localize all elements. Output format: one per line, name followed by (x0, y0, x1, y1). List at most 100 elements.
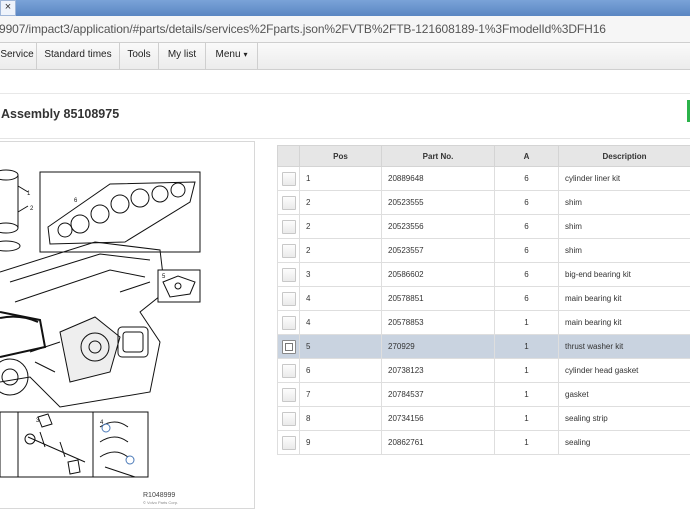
cell-description: sealing strip (558, 406, 690, 431)
table-row[interactable]: 8 20734156 1 sealing strip (277, 406, 690, 431)
cell-a: 6 (494, 262, 559, 287)
row-checkbox[interactable] (281, 411, 296, 426)
row-checkbox[interactable] (281, 339, 296, 354)
cell-part-no: 20862761 (381, 430, 495, 455)
engine-block-drawing (0, 241, 166, 408)
nav-my-list-label: My list (167, 49, 197, 60)
cell-a: 1 (494, 382, 559, 407)
cell-description: sealing (558, 430, 690, 455)
page-title: Assembly 85108975 (1, 107, 120, 121)
cell-a: 6 (494, 214, 559, 239)
column-header-select (277, 145, 300, 167)
nav-tools-label: Tools (127, 49, 151, 60)
callout-label: 1 (27, 191, 31, 197)
cell-part-no: 270929 (381, 334, 495, 359)
table-row[interactable]: 2 20523557 6 shim (277, 238, 690, 263)
row-select-cell (277, 166, 300, 191)
cell-description: main bearing kit (558, 310, 690, 335)
main-nav: Service Standard times Tools My list Men… (0, 43, 690, 70)
nav-service[interactable]: Service (0, 43, 37, 69)
cell-part-no: 20738123 (381, 358, 495, 383)
row-select-cell (277, 214, 300, 239)
callout-label: 2 (30, 206, 34, 212)
table-header-row: Pos Part No. A Description (277, 145, 690, 167)
table-row[interactable]: 3 20586602 6 big-end bearing kit (277, 262, 690, 287)
row-select-cell (277, 190, 300, 215)
cell-description: thrust washer kit (558, 334, 690, 359)
cell-description: shim (558, 190, 690, 215)
cell-part-no: 20578853 (381, 310, 495, 335)
table-row[interactable]: 6 20738123 1 cylinder head gasket (277, 358, 690, 383)
table-row[interactable]: 1 20889648 6 cylinder liner kit (277, 166, 690, 191)
cell-pos: 1 (299, 166, 382, 191)
row-checkbox[interactable] (281, 363, 296, 378)
cylinder-liner-drawing (0, 169, 29, 252)
url-text[interactable]: 9907/impact3/application/#parts/details/… (0, 22, 606, 36)
cell-part-no: 20889648 (381, 166, 495, 191)
column-header-description[interactable]: Description (558, 145, 690, 167)
row-checkbox[interactable] (281, 195, 296, 210)
row-checkbox[interactable] (281, 219, 296, 234)
cell-part-no: 20523557 (381, 238, 495, 263)
cell-description: cylinder liner kit (558, 166, 690, 191)
nav-tools[interactable]: Tools (120, 43, 159, 69)
row-select-cell (277, 382, 300, 407)
cell-a: 1 (494, 406, 559, 431)
nav-my-list[interactable]: My list (159, 43, 206, 69)
cell-pos: 2 (299, 190, 382, 215)
table-row[interactable]: 4 20578851 6 main bearing kit (277, 286, 690, 311)
browser-tab-strip: × (0, 0, 690, 16)
table-row[interactable]: 5 270929 1 thrust washer kit (277, 334, 690, 359)
cell-pos: 7 (299, 382, 382, 407)
row-select-cell (277, 358, 300, 383)
cell-a: 6 (494, 238, 559, 263)
row-checkbox[interactable] (281, 291, 296, 306)
cell-pos: 9 (299, 430, 382, 455)
column-header-part-no[interactable]: Part No. (381, 145, 495, 167)
cell-a: 1 (494, 310, 559, 335)
address-bar[interactable]: 9907/impact3/application/#parts/details/… (0, 16, 690, 43)
table-row[interactable]: 7 20784537 1 gasket (277, 382, 690, 407)
table-row[interactable]: 4 20578853 1 main bearing kit (277, 310, 690, 335)
nav-service-label: Service (0, 49, 34, 60)
divider (0, 138, 690, 139)
row-checkbox[interactable] (281, 171, 296, 186)
figure-id: R1048999 (143, 492, 176, 499)
cell-part-no: 20734156 (381, 406, 495, 431)
table-row[interactable]: 9 20862761 1 sealing (277, 430, 690, 455)
row-checkbox[interactable] (281, 267, 296, 282)
row-select-cell (277, 310, 300, 335)
cell-a: 6 (494, 190, 559, 215)
cell-a: 6 (494, 286, 559, 311)
cell-pos: 8 (299, 406, 382, 431)
row-checkbox[interactable] (281, 435, 296, 450)
chevron-down-icon: ▾ (243, 50, 248, 59)
cell-description: main bearing kit (558, 286, 690, 311)
parts-table: Pos Part No. A Description 1 20889648 6 cyl… (277, 145, 690, 455)
column-header-pos[interactable]: Pos (299, 145, 382, 167)
column-header-a[interactable]: A (494, 145, 559, 167)
nav-menu-label: Menu (215, 49, 241, 60)
row-checkbox[interactable] (281, 387, 296, 402)
exploded-view-diagram[interactable]: 1 2 6 5 3 4 R1048999 © Volvo Parts Corp. (0, 141, 255, 509)
cell-description: cylinder head gasket (558, 358, 690, 383)
table-row[interactable]: 2 20523555 6 shim (277, 190, 690, 215)
cell-description: gasket (558, 382, 690, 407)
table-row[interactable]: 2 20523556 6 shim (277, 214, 690, 239)
cell-part-no: 20586602 (381, 262, 495, 287)
cell-pos: 2 (299, 214, 382, 239)
nav-standard-times[interactable]: Standard times (37, 43, 120, 69)
head-gasket-drawing (39, 171, 201, 253)
cell-pos: 5 (299, 334, 382, 359)
cell-part-no: 20578851 (381, 286, 495, 311)
row-checkbox[interactable] (281, 315, 296, 330)
cell-pos: 6 (299, 358, 382, 383)
row-checkbox[interactable] (281, 243, 296, 258)
tab-close-icon[interactable]: × (0, 0, 16, 16)
nav-menu-dropdown[interactable]: Menu ▾ (206, 43, 258, 69)
cell-pos: 2 (299, 238, 382, 263)
nav-standard-times-label: Standard times (44, 49, 112, 60)
cell-a: 6 (494, 166, 559, 191)
cell-description: shim (558, 214, 690, 239)
row-select-cell (277, 238, 300, 263)
